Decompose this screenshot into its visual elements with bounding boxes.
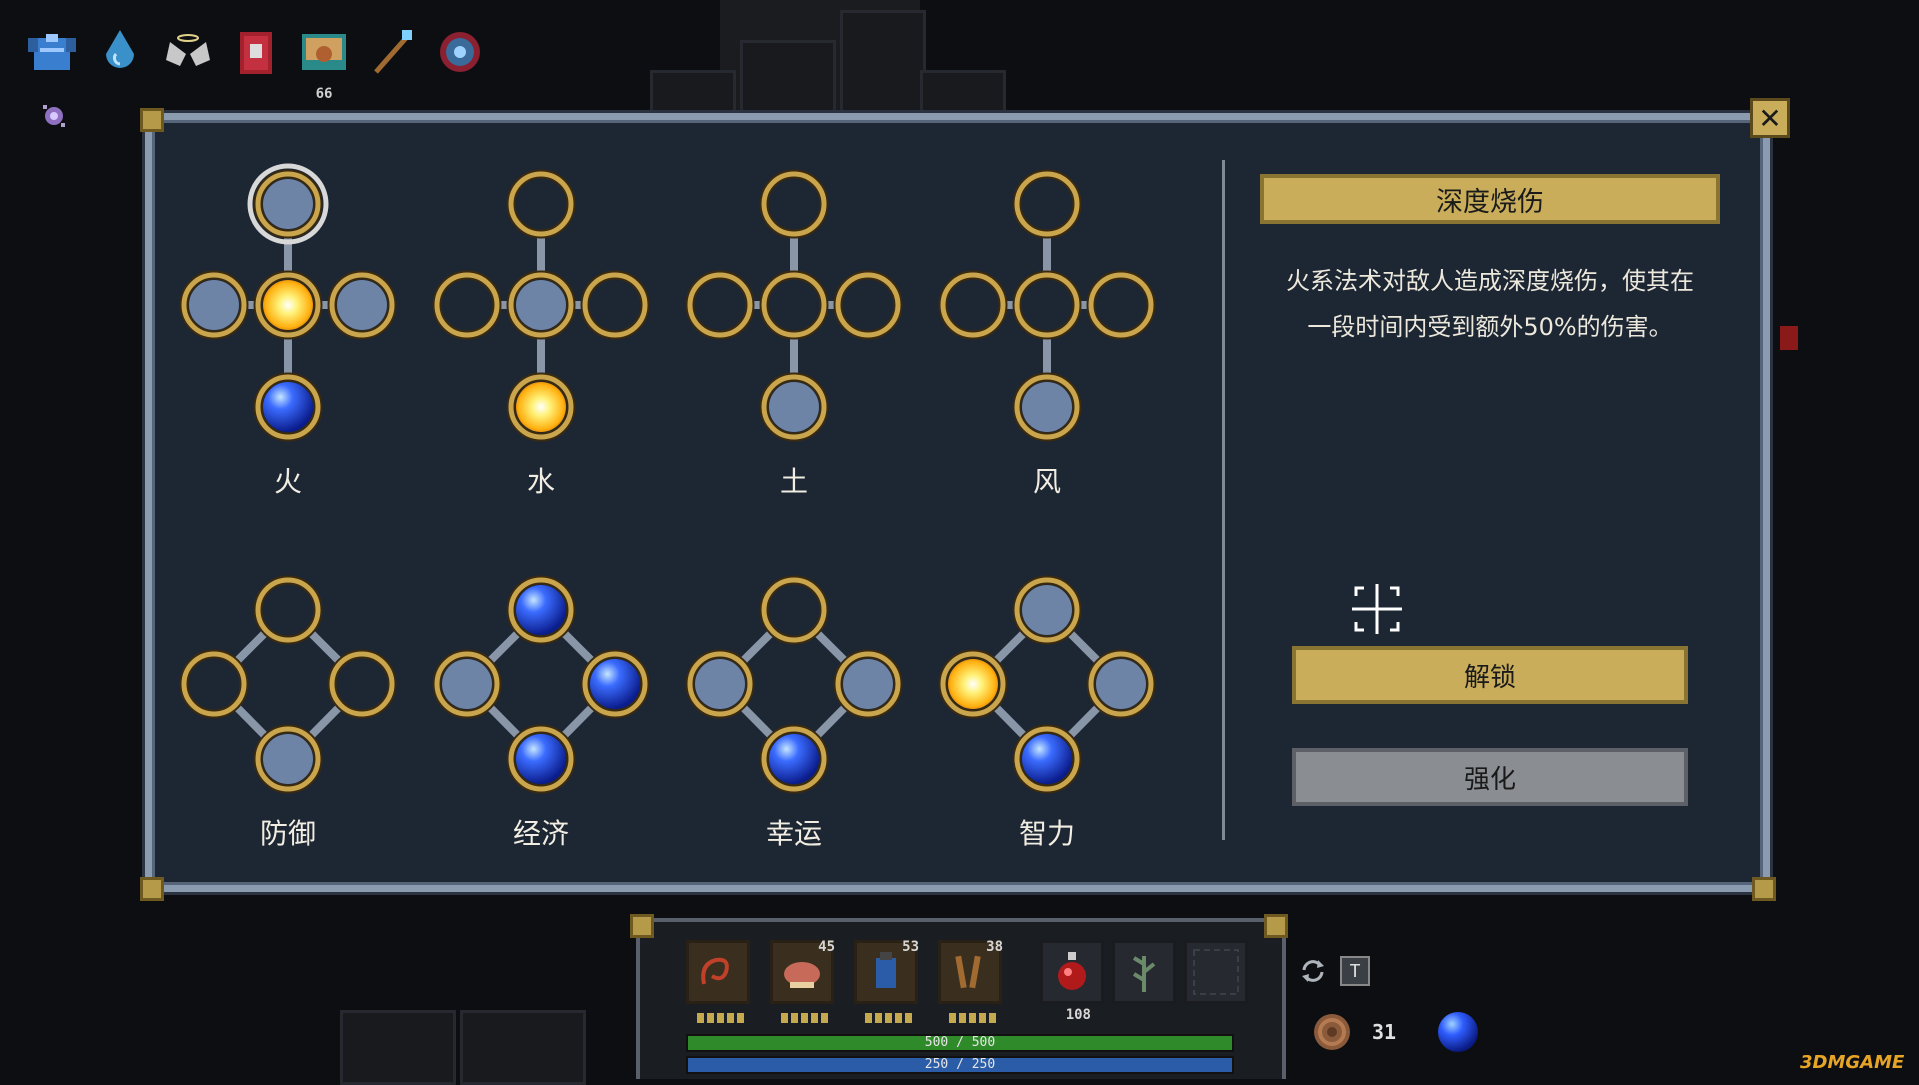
slot-count: 45 [818, 939, 835, 955]
hotbar-slot[interactable]: 53 [854, 939, 919, 1023]
upgrade-label: 强化 [1463, 764, 1516, 795]
skill-node-hollow[interactable] [759, 169, 829, 239]
skill-node-fire[interactable] [506, 372, 576, 442]
skill-node-blue[interactable] [506, 575, 576, 645]
skill-node-hollow[interactable] [833, 270, 903, 340]
hotbar-slot[interactable] [1112, 940, 1176, 1004]
skill-node-hollow[interactable] [432, 270, 502, 340]
skill-node-hollow[interactable] [759, 270, 829, 340]
skill-node-hollow[interactable] [685, 270, 755, 340]
whip-icon [701, 957, 729, 985]
empty-slot-icon [1193, 949, 1239, 995]
skill-node-empty[interactable] [833, 649, 903, 719]
skill-node-hollow[interactable] [253, 575, 323, 645]
herb-icon [1132, 956, 1156, 992]
skill-group-label: 水 [526, 465, 555, 498]
side-marker [1780, 326, 1798, 350]
health-potion-icon [1058, 952, 1086, 990]
upgrade-button[interactable]: 强化 [1292, 748, 1688, 806]
skill-description-line: 火系法术对敌人造成深度烧伤，使其在 [1286, 267, 1694, 295]
durability-pips [781, 1013, 828, 1023]
mana-text: 250 / 250 [924, 1057, 996, 1072]
hotbar-slot[interactable]: 108 [1040, 940, 1104, 1023]
coin-count: 31 [1372, 1020, 1397, 1044]
skill-group-label: 智力 [1018, 817, 1075, 850]
skill-group-label: 幸运 [765, 817, 822, 850]
skill-group-label: 经济 [512, 817, 569, 850]
skill-group-label: 防御 [259, 817, 316, 850]
durability-pips [949, 1013, 996, 1023]
skill-node-hollow[interactable] [179, 649, 249, 719]
skill-node-hollow[interactable] [506, 169, 576, 239]
coin-icon [1312, 1012, 1352, 1052]
swap-icon[interactable] [1298, 956, 1328, 986]
skill-description: 火系法术对敌人造成深度烧伤，使其在 一段时间内受到额外50%的伤害。 [1240, 258, 1740, 350]
skill-group-label: 火 [273, 465, 302, 498]
skill-node-empty[interactable] [327, 270, 397, 340]
mana-bar: 250 / 250 [686, 1056, 1234, 1074]
skill-node-fire[interactable] [253, 270, 323, 340]
health-text: 500 / 500 [924, 1035, 996, 1050]
skill-node-empty[interactable] [1012, 575, 1082, 645]
durability-pips [865, 1013, 912, 1023]
hotbar-slot[interactable] [1184, 940, 1248, 1004]
panel-divider [1222, 160, 1225, 840]
skill-node-selected[interactable] [247, 163, 329, 245]
skill-node-empty[interactable] [1086, 649, 1156, 719]
hotbar-slot[interactable] [686, 940, 750, 1023]
slot-count: 38 [986, 939, 1003, 955]
hotbar-slot[interactable]: 45 [770, 939, 835, 1023]
skill-node-blue[interactable] [759, 724, 829, 794]
slot-count: 108 [1065, 1007, 1091, 1023]
skill-node-empty[interactable] [253, 724, 323, 794]
skill-node-blue[interactable] [506, 724, 576, 794]
health-bar: 500 / 500 [686, 1034, 1234, 1052]
unlock-button[interactable]: 解锁 [1292, 646, 1688, 704]
skill-node-blue[interactable] [580, 649, 650, 719]
hotkey-badge[interactable]: T [1340, 956, 1370, 986]
skill-node-hollow[interactable] [1012, 169, 1082, 239]
skill-node-empty[interactable] [506, 270, 576, 340]
skill-node-hollow[interactable] [938, 270, 1008, 340]
skill-node-empty[interactable] [759, 372, 829, 442]
skill-node-fire[interactable] [938, 649, 1008, 719]
skill-node-empty[interactable] [1012, 372, 1082, 442]
skill-node-empty[interactable] [179, 270, 249, 340]
skill-node-blue[interactable] [253, 372, 323, 442]
skill-node-hollow[interactable] [1086, 270, 1156, 340]
skill-title: 深度烧伤 [1436, 186, 1544, 218]
skill-node-empty[interactable] [685, 649, 755, 719]
crosshair-cursor-icon [1352, 584, 1402, 634]
skill-group-label: 土 [779, 465, 808, 498]
skill-description-line: 一段时间内受到额外50%的伤害。 [1307, 313, 1673, 341]
hud-corner-ornament [630, 914, 654, 938]
hotkey-label: T [1349, 960, 1361, 982]
slot-count: 53 [902, 939, 919, 955]
hud-corner-ornament [1264, 914, 1288, 938]
skill-title-banner: 深度烧伤 [1260, 174, 1720, 224]
skill-group-label: 风 [1032, 465, 1061, 498]
mana-orb-icon [1436, 1010, 1480, 1054]
skill-node-hollow[interactable] [580, 270, 650, 340]
skill-node-hollow[interactable] [1012, 270, 1082, 340]
skill-node-empty[interactable] [432, 649, 502, 719]
durability-pips [697, 1013, 744, 1023]
hotbar-slot[interactable]: 38 [938, 939, 1003, 1023]
skill-node-blue[interactable] [1012, 724, 1082, 794]
watermark-logo: 3DMGAME [1800, 1052, 1905, 1073]
unlock-label: 解锁 [1463, 662, 1516, 693]
skill-node-hollow[interactable] [327, 649, 397, 719]
skill-node-hollow[interactable] [759, 575, 829, 645]
